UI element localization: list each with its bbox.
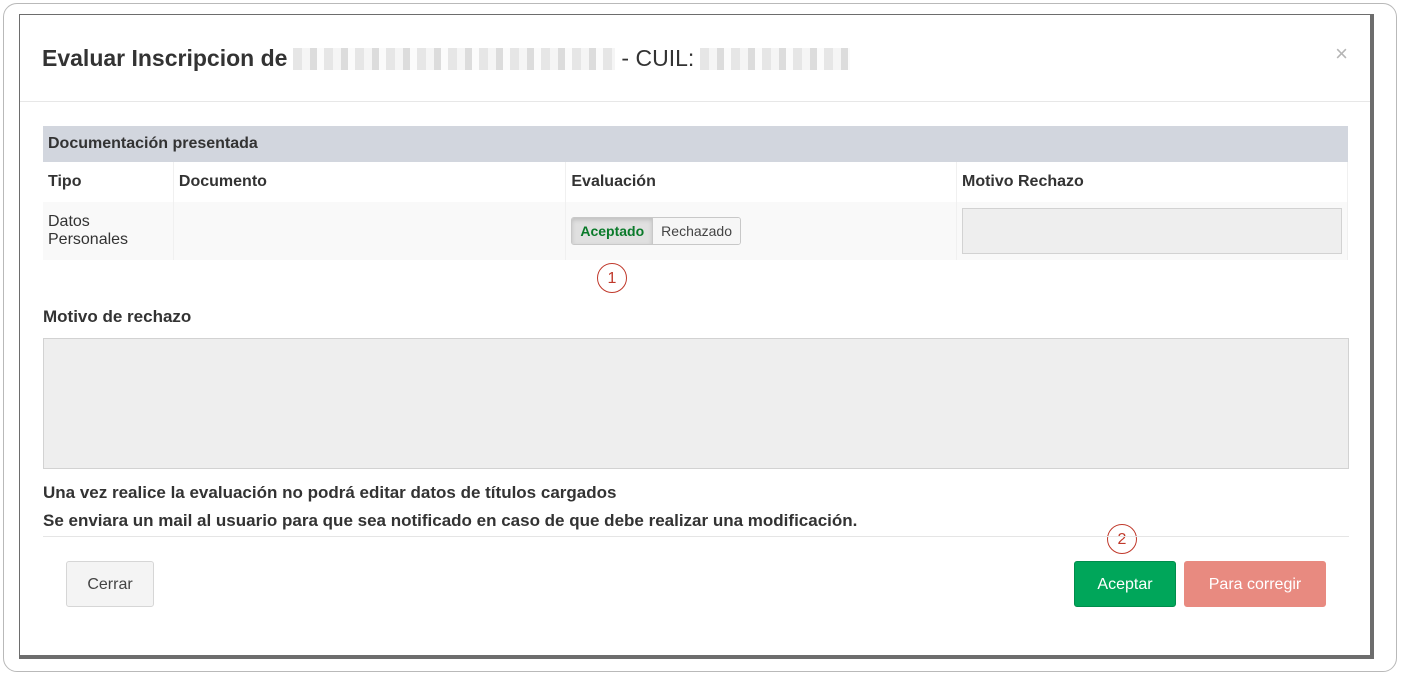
note-no-edit: Una vez realice la evaluación no podrá e… bbox=[43, 483, 617, 502]
cuil-label: - CUIL: bbox=[621, 45, 695, 71]
cell-tipo: Datos Personales bbox=[43, 202, 174, 260]
accept-button[interactable]: Aceptar bbox=[1074, 561, 1176, 607]
accepted-toggle-button[interactable]: Aceptado bbox=[572, 218, 654, 244]
column-header-motivo-rechazo: Motivo Rechazo bbox=[956, 162, 1348, 202]
column-header-tipo: Tipo bbox=[43, 162, 174, 202]
close-button[interactable]: Cerrar bbox=[66, 561, 154, 607]
cell-documento bbox=[173, 202, 567, 260]
step-marker-1: 1 bbox=[597, 263, 627, 293]
redacted-cuil bbox=[700, 47, 851, 70]
cell-motivo-rechazo bbox=[956, 202, 1348, 260]
note-email: Se enviara un mail al usuario para que s… bbox=[43, 511, 858, 530]
redacted-name bbox=[293, 47, 616, 70]
modal-title-prefix: Evaluar Inscripcion de bbox=[42, 45, 288, 71]
cell-evaluacion: Aceptado Rechazado bbox=[565, 202, 957, 260]
documents-table: Documentación presentada Tipo Documento … bbox=[43, 126, 1348, 260]
rejected-toggle-button[interactable]: Rechazado bbox=[653, 218, 740, 244]
column-header-evaluacion: Evaluación bbox=[565, 162, 957, 202]
close-icon[interactable]: × bbox=[1335, 41, 1348, 67]
step-marker-2: 2 bbox=[1107, 524, 1137, 554]
for-correction-button[interactable]: Para corregir bbox=[1184, 561, 1326, 607]
table-caption: Documentación presentada bbox=[43, 126, 1348, 162]
modal-title: Evaluar Inscripcion de - CUIL: bbox=[42, 45, 856, 72]
row-rejection-reason-input[interactable] bbox=[962, 208, 1342, 254]
rejection-reason-textarea[interactable] bbox=[43, 338, 1349, 469]
modal-header: Evaluar Inscripcion de - CUIL: × bbox=[20, 15, 1370, 102]
rejection-reason-label: Motivo de rechazo bbox=[43, 307, 192, 326]
column-header-documento: Documento bbox=[173, 162, 567, 202]
table-row: Datos Personales Aceptado Rechazado bbox=[43, 202, 1348, 260]
evaluation-modal: Evaluar Inscripcion de - CUIL: × Documen… bbox=[20, 15, 1370, 655]
footer-divider bbox=[43, 536, 1349, 537]
evaluation-toggle: Aceptado Rechazado bbox=[571, 217, 741, 245]
